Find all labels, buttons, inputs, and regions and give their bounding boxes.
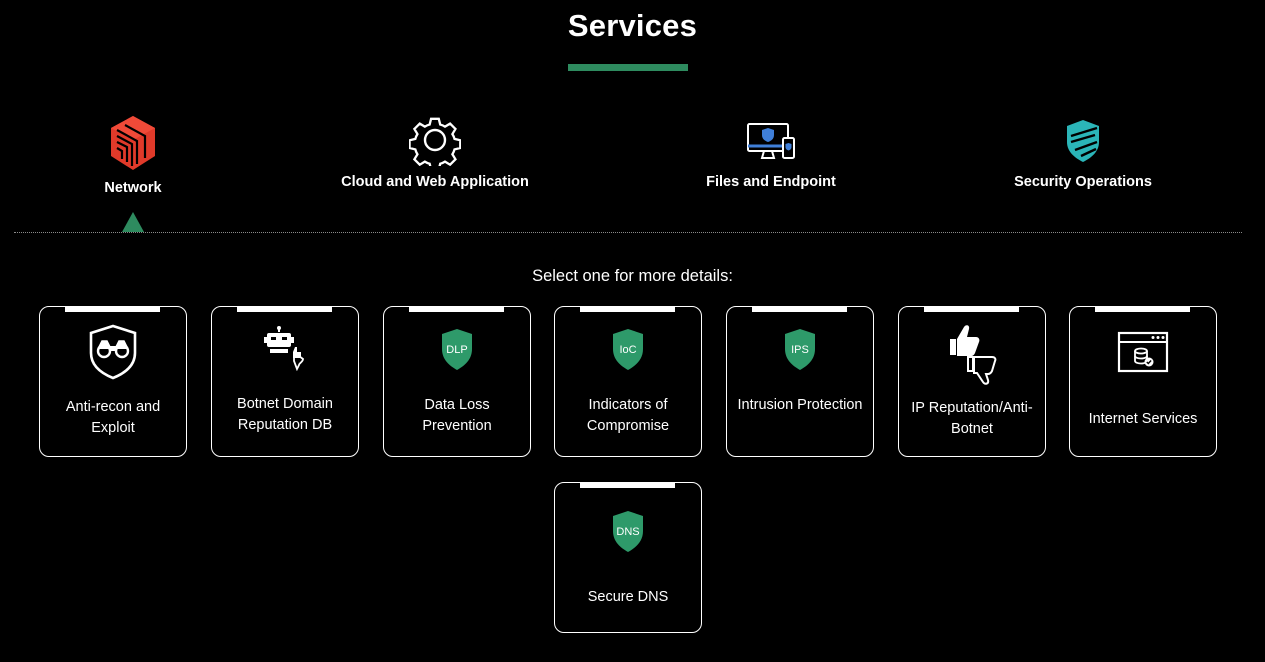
card-label: Internet Services bbox=[1088, 411, 1198, 427]
tab-secops-label: Security Operations bbox=[1014, 174, 1152, 190]
select-prompt: Select one for more details: bbox=[532, 267, 733, 285]
card-top-bar bbox=[409, 307, 504, 312]
card-indicators-of-compromise[interactable]: IoC Indicators of Compromise bbox=[554, 306, 702, 457]
card-intrusion-protection[interactable]: IPS Intrusion Protection bbox=[726, 306, 874, 457]
browser-database-icon bbox=[1117, 331, 1169, 373]
devices-shield-icon bbox=[747, 123, 795, 159]
card-label: Secure DNS bbox=[587, 589, 669, 605]
tab-network-label: Network bbox=[104, 180, 162, 196]
card-secure-dns[interactable]: DNS Secure DNS bbox=[554, 482, 702, 633]
card-label: Botnet Domain Reputation DB bbox=[237, 396, 333, 433]
tab-divider bbox=[14, 232, 1242, 233]
card-top-bar bbox=[924, 307, 1019, 312]
gear-icon bbox=[409, 117, 461, 166]
card-label: Indicators of Compromise bbox=[586, 397, 670, 434]
card-data-loss-prevention[interactable]: DLP Data Loss Prevention bbox=[383, 306, 531, 457]
secops-shield-icon bbox=[1067, 120, 1099, 162]
card-anti-recon-exploit[interactable]: Anti-recon and Exploit bbox=[39, 306, 187, 457]
card-top-bar bbox=[1095, 307, 1190, 312]
tab-cloud-web-application[interactable]: Cloud and Web Application bbox=[330, 114, 540, 190]
robot-thumbs-icon bbox=[264, 326, 304, 371]
card-top-bar bbox=[580, 483, 675, 488]
card-label: Anti-recon and Exploit bbox=[65, 399, 161, 436]
thumbs-up-down-icon bbox=[950, 325, 997, 385]
card-label: Intrusion Protection bbox=[737, 397, 863, 413]
card-label: Data Loss Prevention bbox=[422, 397, 492, 434]
shield-badge-text: DNS bbox=[616, 526, 639, 538]
tab-security-operations[interactable]: Security Operations bbox=[1000, 114, 1166, 190]
card-top-bar bbox=[752, 307, 847, 312]
ips-shield-icon: IPS bbox=[785, 329, 815, 370]
card-internet-services[interactable]: Internet Services bbox=[1069, 306, 1217, 457]
shield-badge-text: IoC bbox=[619, 344, 636, 356]
dns-shield-icon: DNS bbox=[613, 511, 643, 552]
card-botnet-domain-reputation[interactable]: Botnet Domain Reputation DB bbox=[211, 306, 359, 457]
card-top-bar bbox=[580, 307, 675, 312]
card-top-bar bbox=[65, 307, 160, 312]
card-ip-reputation-anti-botnet[interactable]: IP Reputation/Anti-Botnet bbox=[898, 306, 1046, 457]
active-tab-indicator bbox=[122, 212, 144, 232]
network-cube-icon bbox=[111, 116, 155, 170]
shield-badge-text: DLP bbox=[446, 344, 467, 356]
card-top-bar bbox=[237, 307, 332, 312]
shield-badge-text: IPS bbox=[791, 344, 809, 356]
tab-cloud-label: Cloud and Web Application bbox=[341, 174, 529, 190]
page-title: Services bbox=[567, 8, 698, 43]
card-label: IP Reputation/Anti-Botnet bbox=[911, 400, 1033, 437]
tab-files-label: Files and Endpoint bbox=[706, 174, 836, 190]
dlp-shield-icon: DLP bbox=[442, 329, 472, 370]
tab-network[interactable]: Network bbox=[83, 114, 183, 196]
services-page: Services Network Cloud and Web Applicati… bbox=[0, 0, 1265, 662]
title-underline bbox=[568, 64, 688, 71]
binoculars-shield-icon bbox=[89, 324, 137, 380]
tab-files-endpoint[interactable]: Files and Endpoint bbox=[690, 114, 852, 190]
ioc-shield-icon: IoC bbox=[613, 329, 643, 370]
